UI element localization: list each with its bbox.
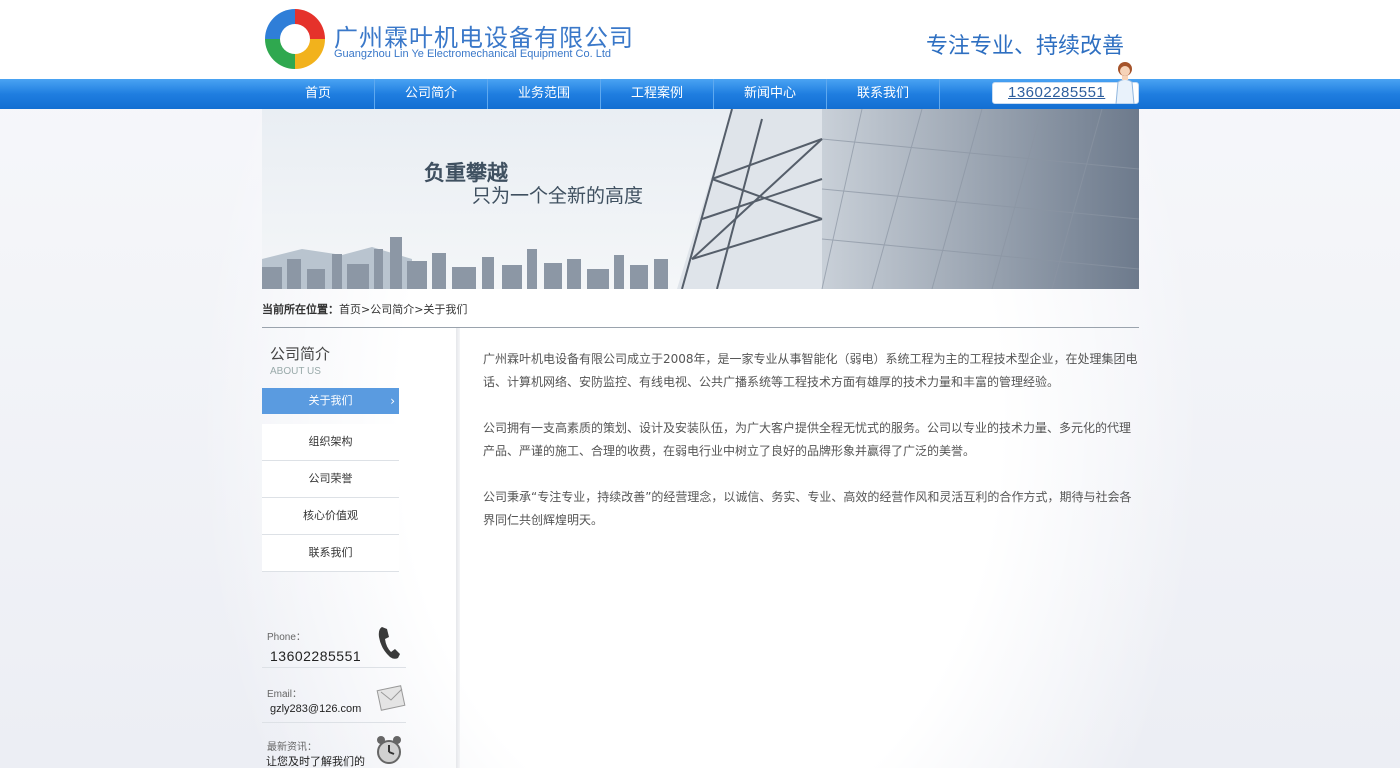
hero-banner: 负重攀越 只为一个全新的高度 — [262, 109, 1139, 289]
sidebar-menu: 关于我们 › 组织架构 公司荣誉 核心价值观 联系我们 — [262, 388, 399, 572]
contact-email-label: Email： — [267, 689, 303, 700]
contact-email-value[interactable]: gzly283@126.com — [270, 703, 361, 715]
sidebar-subtitle: ABOUT US — [270, 366, 321, 377]
breadcrumb-lead: 当前所在位置： — [262, 303, 339, 316]
contact-email-block: Email： gzly283@126.com — [262, 680, 406, 723]
breadcrumb-about[interactable]: >公司简介 — [361, 301, 414, 317]
company-name-en: Guangzhou Lin Ye Electromechanical Equip… — [334, 48, 612, 60]
contact-phone-value[interactable]: 13602285551 — [270, 648, 361, 664]
breadcrumb-current: >关于我们 — [414, 303, 468, 316]
contact-news-value[interactable]: 让您及时了解我们的 — [266, 753, 365, 768]
sidebar-item-contact[interactable]: 联系我们 — [262, 535, 399, 572]
breadcrumb: 当前所在位置： 首页 >公司简介 >关于我们 — [262, 301, 467, 317]
header-slogan: 专注专业、持续改善 — [926, 34, 1125, 59]
content-divider — [456, 328, 460, 768]
nav-item-news[interactable]: 新闻中心 — [714, 79, 827, 109]
customer-service-icon — [1115, 62, 1135, 104]
main-nav: 首页 公司简介 业务范围 工程案例 新闻中心 联系我们 — [0, 79, 1400, 109]
sidebar-item-about[interactable]: 关于我们 › — [262, 388, 399, 414]
banner-cityscape-image — [262, 109, 1139, 289]
nav-item-home[interactable]: 首页 — [262, 79, 375, 109]
nav-list: 首页 公司简介 业务范围 工程案例 新闻中心 联系我们 — [262, 79, 940, 109]
breadcrumb-divider — [262, 327, 1139, 328]
envelope-icon — [376, 685, 406, 711]
sidebar-title: 公司简介 — [270, 345, 331, 363]
contact-phone-label: Phone： — [267, 632, 306, 643]
breadcrumb-home[interactable]: 首页 — [339, 301, 361, 317]
about-paragraph-1: 广州霖叶机电设备有限公司成立于2008年，是一家专业从事智能化（弱电）系统工程为… — [483, 352, 1138, 389]
nav-item-about[interactable]: 公司简介 — [375, 79, 488, 109]
nav-phone-number[interactable]: 13602285551 — [1008, 84, 1105, 101]
about-content: 广州霖叶机电设备有限公司成立于2008年，是一家专业从事智能化（弱电）系统工程为… — [483, 348, 1139, 555]
about-paragraph-2: 公司拥有一支高素质的策划、设计及安装队伍，为广大客户提供全程无忧式的服务。公司以… — [483, 421, 1132, 458]
alarm-clock-icon — [377, 736, 401, 764]
sidebar-item-honors[interactable]: 公司荣誉 — [262, 461, 399, 498]
nav-item-cases[interactable]: 工程案例 — [601, 79, 714, 109]
sidebar-item-values[interactable]: 核心价值观 — [262, 498, 399, 535]
contact-phone-block: Phone： 13602285551 — [262, 622, 406, 668]
banner-subheadline: 只为一个全新的高度 — [472, 185, 644, 207]
site-header: 广州霖叶机电设备有限公司 Guangzhou Lin Ye Electromec… — [0, 0, 1400, 79]
sidebar-item-organization[interactable]: 组织架构 — [262, 424, 399, 461]
sidebar-item-label: 关于我们 — [308, 394, 353, 407]
contact-news-block: 最新资讯： 让您及时了解我们的 — [262, 734, 406, 768]
telephone-icon — [378, 627, 400, 659]
chevron-right-icon: › — [390, 394, 395, 408]
nav-item-contact[interactable]: 联系我们 — [827, 79, 940, 109]
company-logo-icon[interactable] — [265, 9, 325, 69]
contact-news-label: 最新资讯： — [267, 742, 317, 753]
about-paragraph-3: 公司秉承“专注专业，持续改善”的经营理念，以诚信、务实、专业、高效的经营作风和灵… — [483, 490, 1132, 527]
nav-item-business[interactable]: 业务范围 — [488, 79, 601, 109]
